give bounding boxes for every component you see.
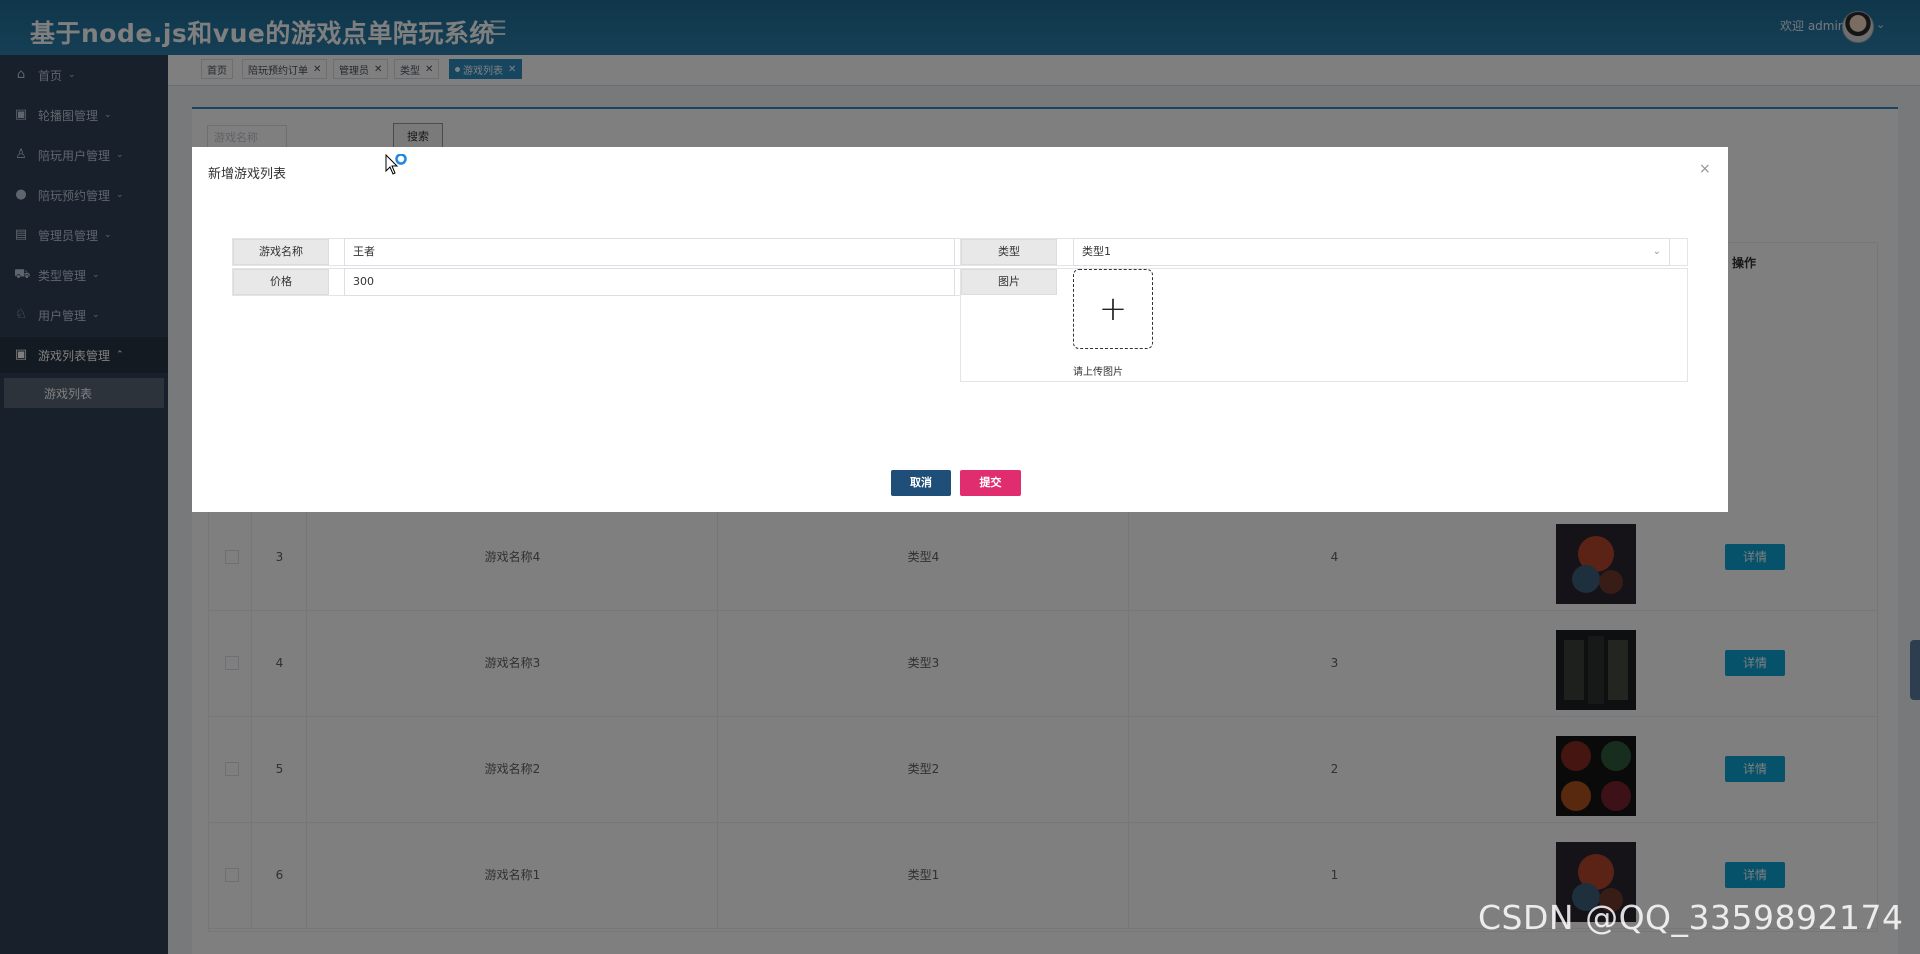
upload-tip: 请上传图片 [1073, 367, 1123, 378]
label-price: 价格 [233, 269, 329, 295]
close-icon[interactable]: × [1699, 161, 1711, 177]
type-select[interactable]: 类型1 ⌄ [1073, 238, 1670, 266]
watermark: CSDN @QQ_3359892174 [1478, 898, 1904, 937]
image-upload[interactable]: + [1073, 269, 1153, 349]
game-name-input[interactable]: 王者 [344, 238, 955, 266]
form-row-image [960, 268, 1688, 382]
dialog-title: 新增游戏列表 [208, 167, 287, 182]
label-game-name: 游戏名称 [233, 239, 329, 265]
plus-icon: + [1098, 289, 1128, 329]
mouse-pointer-icon [385, 154, 407, 175]
chevron-down-icon: ⌄ [1652, 246, 1661, 257]
cancel-button[interactable]: 取消 [891, 470, 951, 496]
label-type: 类型 [961, 239, 1057, 265]
submit-button[interactable]: 提交 [960, 470, 1021, 496]
add-game-dialog: 新增游戏列表 × 游戏名称 王者 价格 300 类型 类型1 ⌄ 图片 + 请上… [192, 147, 1728, 512]
price-input[interactable]: 300 [344, 268, 955, 296]
side-scroll-handle[interactable] [1910, 640, 1920, 700]
type-select-value: 类型1 [1082, 245, 1111, 258]
label-image: 图片 [961, 269, 1057, 295]
